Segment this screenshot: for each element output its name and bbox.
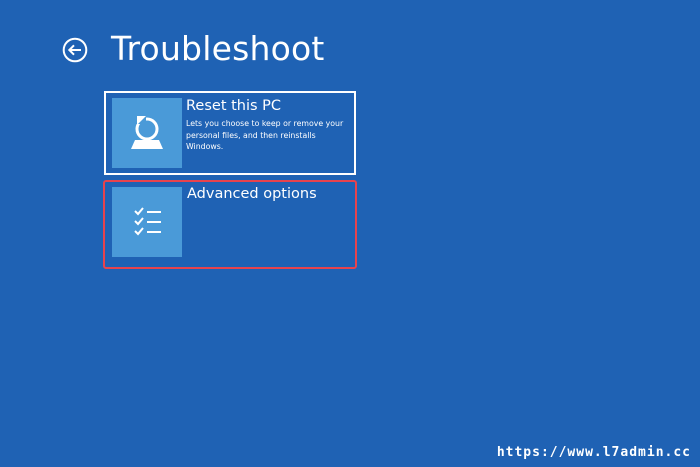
reset-pc-icon: [112, 98, 182, 168]
reset-option-description: Lets you choose to keep or remove your p…: [186, 119, 344, 151]
advanced-options-option[interactable]: Advanced options: [103, 180, 357, 269]
checklist-icon: [112, 187, 182, 257]
watermark: https://www.l7admin.cc: [496, 445, 691, 460]
back-arrow-circle-icon: [62, 37, 88, 63]
back-button[interactable]: [62, 37, 88, 63]
reset-option-title: Reset this PC: [186, 98, 282, 114]
reset-this-pc-option[interactable]: Reset this PC Lets you choose to keep or…: [104, 91, 356, 175]
page-title: Troubleshoot: [111, 29, 325, 68]
advanced-option-title: Advanced options: [187, 186, 317, 202]
